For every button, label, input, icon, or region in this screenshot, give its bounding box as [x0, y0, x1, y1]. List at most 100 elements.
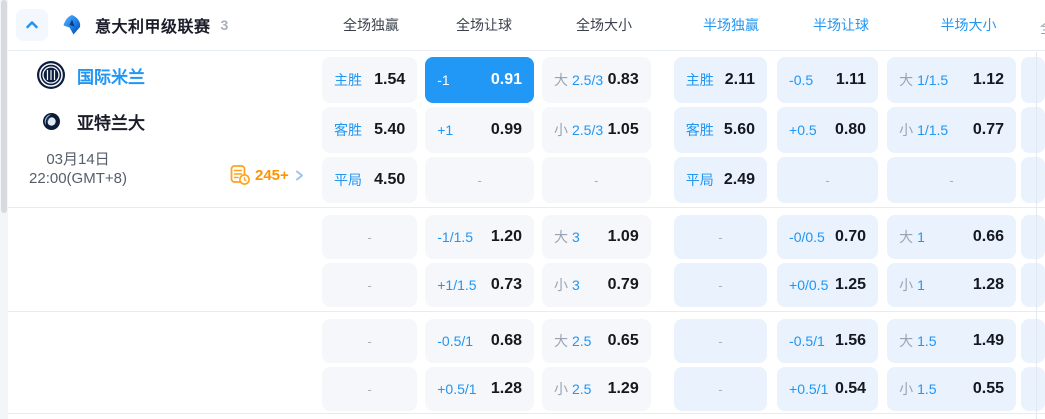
- league-info: 意大利甲级联赛 3: [8, 9, 322, 41]
- odds-line: -0/0.5: [789, 229, 825, 245]
- odds-cell[interactable]: 主胜 1.54: [322, 57, 418, 103]
- odds-value: 1.29: [607, 380, 639, 397]
- atalanta-logo-icon: [33, 113, 69, 130]
- odds-cell[interactable]: 主胜 2.11: [673, 57, 768, 103]
- odds-cell[interactable]: +0.5/1 1.28: [425, 367, 534, 411]
- odds-cell[interactable]: -0.5/1 0.68: [425, 319, 534, 363]
- odds-label: +1: [437, 122, 453, 138]
- odds-cell-dash: -: [367, 229, 372, 245]
- odds-cell-clipped: [1021, 57, 1045, 103]
- odds-cell[interactable]: 平局 2.49: [673, 157, 768, 203]
- odds-label: 大 2.5/3: [554, 70, 603, 90]
- odds-cell: -: [673, 263, 768, 307]
- odds-cell[interactable]: 小 2.5/3 1.05: [541, 107, 651, 153]
- odds-line: 2.5: [571, 333, 592, 349]
- odds-cell: -: [673, 319, 768, 363]
- odds-cell[interactable]: +0.5/1 0.54: [777, 367, 879, 411]
- odds-value: 1.28: [972, 276, 1005, 293]
- home-team-name: 国际米兰: [77, 67, 145, 87]
- odds-value: 0.66: [972, 228, 1005, 245]
- odds-label: -0.5/1: [437, 333, 473, 349]
- odds-value: 0.80: [834, 121, 867, 138]
- odds-cell: -: [541, 157, 651, 203]
- odds-cell[interactable]: -0.5 1.11: [777, 57, 879, 103]
- odds-cell-dash: -: [718, 229, 723, 245]
- odds-value: 1.49: [972, 332, 1005, 349]
- odds-line: 3: [571, 229, 580, 245]
- odds-line: 1.5: [917, 381, 937, 397]
- odds-row: 平局 4.50 - - 平局 2.49 - -: [322, 157, 1045, 203]
- odds-cell-dash: -: [825, 172, 830, 188]
- chevron-right-icon: [293, 169, 305, 182]
- odds-label: 客胜: [334, 120, 362, 140]
- match-body: 国际米兰 亚特兰大 03月14日 22:00(GMT+8) 245+ 主胜 1.…: [8, 51, 1045, 414]
- clipped-next-column-header: 全: [1040, 18, 1045, 34]
- odds-line: 客胜: [334, 122, 362, 138]
- odds-cell[interactable]: 平局 4.50: [322, 157, 418, 203]
- odds-value: 0.99: [490, 121, 522, 138]
- odds-cell[interactable]: 大 2.5 0.65: [541, 319, 651, 363]
- odds-value: 1.12: [972, 71, 1005, 88]
- odds-value: 2.11: [724, 71, 756, 88]
- odds-cell[interactable]: 小 1 1.28: [887, 263, 1017, 307]
- odds-cell-dash: -: [367, 333, 372, 349]
- odds-cell[interactable]: +1 0.99: [425, 107, 534, 153]
- odds-cell[interactable]: 小 3 0.79: [541, 263, 651, 307]
- odds-cell: -: [425, 157, 534, 203]
- odds-label: +0.5: [789, 122, 817, 138]
- odds-cell-clipped: [1021, 263, 1045, 307]
- odds-cell[interactable]: -0/0.5 0.70: [777, 215, 879, 259]
- odds-label: +1/1.5: [437, 277, 476, 293]
- odds-value: 1.28: [490, 380, 522, 397]
- odds-cell-clipped: [1021, 107, 1045, 153]
- more-markets-button[interactable]: 245+: [230, 165, 305, 185]
- odds-value: 0.55: [972, 380, 1005, 397]
- odds-cell[interactable]: 小 1/1.5 0.77: [887, 107, 1017, 153]
- odds-line: 1: [917, 277, 925, 293]
- odds-value: 1.09: [607, 228, 639, 245]
- odds-cell[interactable]: -1/1.5 1.20: [425, 215, 534, 259]
- odds-label: 大1: [899, 227, 925, 247]
- odds-cell-clipped: [1021, 215, 1045, 259]
- odds-cell[interactable]: -0.5/1 1.56: [777, 319, 879, 363]
- odds-label-prefix: 小: [553, 277, 568, 293]
- odds-value: 0.65: [607, 332, 639, 349]
- odds-cell[interactable]: 大 1.5 1.49: [887, 319, 1017, 363]
- odds-cell: -: [322, 263, 418, 307]
- odds-cell[interactable]: 大 1/1.5 1.12: [887, 57, 1017, 103]
- odds-cell: -: [322, 367, 418, 411]
- odds-cell[interactable]: 大 1 0.66: [887, 215, 1017, 259]
- odds-cell-dash: -: [477, 172, 482, 188]
- odds-line: -0.5/1: [789, 333, 825, 349]
- odds-cell[interactable]: +1/1.5 0.73: [425, 263, 534, 307]
- odds-label-prefix: 小: [553, 381, 568, 397]
- odds-cell-dash: -: [367, 277, 372, 293]
- match-info: 国际米兰 亚特兰大 03月14日 22:00(GMT+8) 245+: [8, 51, 322, 419]
- left-scrollbar-track[interactable]: [0, 0, 8, 419]
- odds-cell[interactable]: 大 3 1.09: [541, 215, 651, 259]
- odds-cell[interactable]: +0.5 0.80: [777, 107, 879, 153]
- odds-cell[interactable]: +0/0.5 1.25: [777, 263, 879, 307]
- odds-cell-clipped: [1021, 157, 1045, 203]
- odds-label: 主胜: [686, 70, 714, 90]
- odds-line: 2.5/3: [571, 72, 604, 88]
- odds-cell: -: [887, 157, 1017, 203]
- odds-cell[interactable]: 客胜 5.60: [673, 107, 768, 153]
- odds-cell[interactable]: 小 1.5 0.55: [887, 367, 1017, 411]
- more-markets-count: 245+: [255, 166, 289, 184]
- odds-line: +0.5: [789, 122, 817, 138]
- column-header-full-win: 全场独赢: [343, 17, 399, 33]
- odds-label: -0.5/1: [789, 333, 825, 349]
- odds-label: 小 2.5/3: [554, 120, 603, 140]
- left-scrollbar-thumb[interactable]: [1, 0, 7, 213]
- odds-cell[interactable]: 大 2.5/3 0.83: [541, 57, 651, 103]
- odds-cell[interactable]: 客胜 5.40: [322, 107, 418, 153]
- odds-cell: -: [322, 215, 418, 259]
- collapse-button[interactable]: [16, 9, 48, 41]
- odds-cell-selected[interactable]: -1 0.91: [425, 57, 534, 103]
- odds-label: 主胜: [334, 70, 362, 90]
- next-column-divider: [1036, 52, 1037, 419]
- odds-line: 平局: [685, 172, 714, 188]
- odds-cell[interactable]: 小 2.5 1.29: [541, 367, 651, 411]
- odds-label-prefix: 大: [553, 333, 568, 349]
